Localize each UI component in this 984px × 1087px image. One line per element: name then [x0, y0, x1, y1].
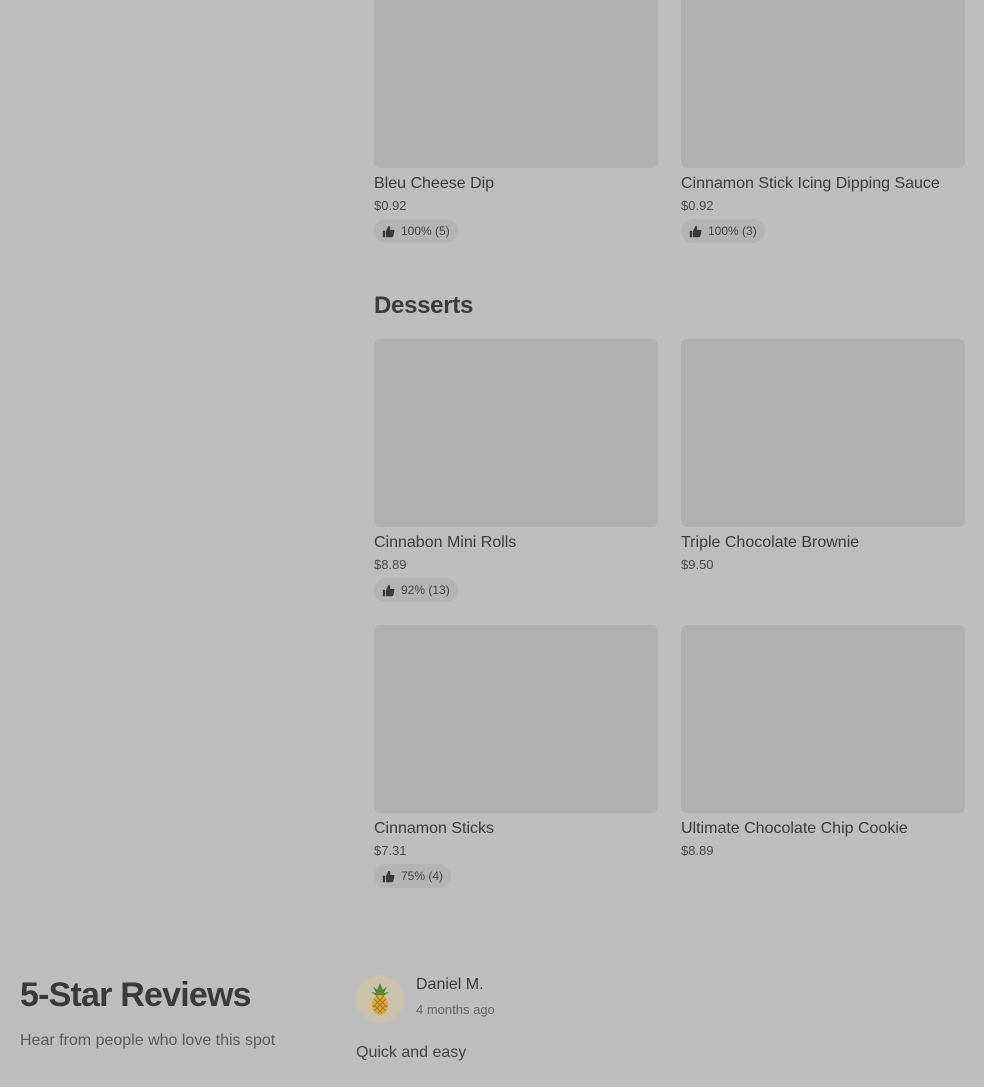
menu-item-card[interactable]: Bleu Cheese Dip $0.92 100% (5)	[374, 0, 658, 243]
rating-badge: 92% (13)	[374, 578, 458, 602]
item-name: Cinnabon Mini Rolls	[374, 534, 517, 551]
pineapple-icon	[371, 983, 389, 1015]
rating-text: 92% (13)	[401, 583, 450, 597]
item-image	[374, 625, 658, 813]
item-price: $7.31	[374, 843, 407, 858]
review-time: 4 months ago	[416, 1002, 495, 1017]
rating-text: 100% (5)	[401, 224, 450, 238]
item-price: $0.92	[374, 198, 407, 213]
menu-item-card[interactable]: Cinnamon Stick Icing Dipping Sauce $0.92…	[681, 0, 965, 243]
review-text: Quick and easy	[356, 1044, 467, 1061]
rating-text: 100% (3)	[708, 224, 757, 238]
item-image	[374, 0, 658, 168]
item-name: Cinnamon Sticks	[374, 820, 495, 837]
menu-item-card[interactable]: Ultimate Chocolate Chip Cookie $8.89	[681, 625, 965, 861]
thumbs-up-icon	[382, 225, 395, 237]
item-image	[681, 339, 965, 527]
item-price: $8.89	[681, 843, 714, 858]
rating-text: 75% (4)	[401, 869, 444, 883]
thumbs-up-icon	[689, 225, 702, 237]
menu-item-card[interactable]: Cinnamon Sticks $7.31 75% (4)	[374, 625, 658, 888]
rating-badge: 75% (4)	[374, 864, 452, 888]
reviews-subtitle: Hear from people who love this spot	[20, 1032, 276, 1049]
item-image	[681, 625, 965, 813]
item-name: Triple Chocolate Brownie	[681, 534, 860, 551]
section-title-desserts: Desserts	[374, 292, 474, 319]
rating-badge: 100% (5)	[374, 219, 458, 243]
item-price: $9.50	[681, 557, 714, 572]
thumbs-up-icon	[382, 584, 395, 596]
item-price: $0.92	[681, 198, 714, 213]
item-image	[374, 339, 658, 527]
item-name: Ultimate Chocolate Chip Cookie	[681, 820, 908, 837]
menu-item-card[interactable]: Cinnabon Mini Rolls $8.89 92% (13)	[374, 339, 658, 602]
reviewer-name: Daniel M.	[416, 976, 484, 993]
item-price: $8.89	[374, 557, 407, 572]
item-name: Cinnamon Stick Icing Dipping Sauce	[681, 175, 940, 192]
item-name: Bleu Cheese Dip	[374, 175, 495, 192]
reviews-title: 5-Star Reviews	[20, 976, 252, 1014]
thumbs-up-icon	[382, 870, 395, 882]
rating-badge: 100% (3)	[681, 219, 765, 243]
item-image	[681, 0, 965, 168]
menu-item-card[interactable]: Triple Chocolate Brownie $9.50	[681, 339, 965, 575]
avatar	[356, 975, 404, 1023]
